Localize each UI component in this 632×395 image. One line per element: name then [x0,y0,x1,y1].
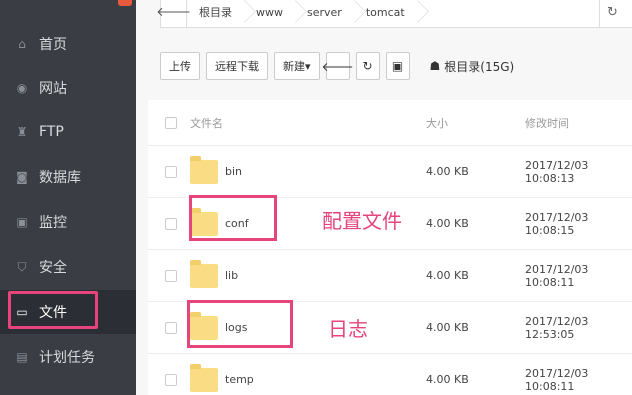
sidebar-item-cron[interactable]: ▤ 计划任务 [0,335,136,379]
file-name-cell[interactable]: lib [190,259,238,288]
database-icon: ◙ [16,170,28,184]
row-checkbox[interactable] [165,217,177,230]
table-row[interactable]: lib 4.00 KB 2017/12/03 10:08:11 [148,250,632,302]
breadcrumb-item-tomcat[interactable]: tomcat [354,0,417,27]
shield-icon: ⛉ [17,259,27,274]
file-size: 4.00 KB [426,165,469,178]
back-arrow-icon[interactable]: 🡐 [321,52,354,80]
header-size[interactable]: 大小 [426,115,448,131]
conf-annotation: 配置文件 [322,209,402,233]
back-arrow-icon[interactable]: 🡐 [156,0,191,27]
file-size: 4.00 KB [426,321,469,334]
sidebar-item-label: 计划任务 [39,350,95,366]
folder-icon [190,155,218,184]
sidebar-item-database[interactable]: ◙ 数据库 [0,155,136,199]
select-all-checkbox[interactable] [165,116,177,129]
sidebar: ⌂ 首页 ◉ 网站 ♜ FTP ◙ 数据库 ▣ 监控 ⛉ 安全 ▭ 文件 ▤ 计… [0,0,136,395]
breadcrumb-item-root[interactable]: 根目录 [187,0,244,27]
notification-badge [118,0,132,6]
row-checkbox[interactable] [165,269,177,282]
terminal-icon[interactable]: ▣ [385,52,410,80]
file-modified: 2017/12/03 12:53:05 [525,314,589,341]
folder-icon [190,363,218,392]
sidebar-item-label: 数据库 [39,170,81,186]
refresh-icon[interactable]: ↻ [599,0,625,27]
globe-icon: ◉ [16,81,28,95]
file-name[interactable]: lib [225,269,238,282]
file-modified: 2017/12/03 10:08:11 [525,262,589,289]
sidebar-item-home[interactable]: ⌂ 首页 [0,22,136,66]
file-name-cell[interactable]: temp [190,363,254,392]
disk-label: 根目录(15G) [444,59,515,74]
sidebar-item-security[interactable]: ⛉ 安全 [0,245,136,289]
logs-annotation: 日志 [328,317,368,341]
file-modified: 2017/12/03 10:08:15 [525,210,589,237]
disk-info: ☗ 根目录(15G) [430,58,515,75]
home-icon: ⌂ [18,37,26,51]
file-size: 4.00 KB [426,269,469,282]
file-name-cell[interactable]: bin [190,155,242,184]
table-row[interactable]: temp 4.00 KB 2017/12/03 10:08:11 [148,354,632,395]
monitor-icon: ▣ [16,215,28,229]
file-name[interactable]: temp [225,373,254,386]
sidebar-item-monitor[interactable]: ▣ 监控 [0,200,136,244]
file-size: 4.00 KB [426,373,469,386]
schedule-icon: ▤ [16,350,28,364]
sidebar-item-label: FTP [39,124,64,140]
sidebar-item-ftp[interactable]: ♜ FTP [0,110,136,154]
sidebar-item-label: 监控 [39,215,67,231]
main-panel: 🡐 根目录 www server tomcat ↻ 上传 远程下载 新建▾ 🡐 … [136,0,632,395]
ftp-icon: ♜ [16,125,28,139]
file-modified: 2017/12/03 10:08:13 [525,158,589,185]
file-size: 4.00 KB [426,217,469,230]
row-checkbox[interactable] [165,165,177,178]
sidebar-item-label: 安全 [39,260,67,276]
file-name[interactable]: bin [225,165,242,178]
file-modified: 2017/12/03 10:08:11 [525,366,589,393]
toolbar: 上传 远程下载 新建▾ 🡐 ↻ ▣ ☗ 根目录(15G) [160,52,514,80]
upload-button[interactable]: 上传 [160,52,200,80]
row-checkbox[interactable] [165,373,177,386]
breadcrumb-item-server[interactable]: server [295,0,354,27]
table-header: 文件名 大小 修改时间 [148,100,632,146]
table-row[interactable]: bin 4.00 KB 2017/12/03 10:08:13 [148,146,632,198]
sidebar-item-website[interactable]: ◉ 网站 [0,66,136,110]
folder-icon [190,259,218,288]
row-checkbox[interactable] [165,321,177,334]
refresh-icon[interactable]: ↻ [355,52,380,80]
disk-icon: ☗ [429,59,441,73]
sidebar-item-label: 首页 [39,37,67,53]
files-highlight-box [8,291,98,329]
breadcrumb: 🡐 根目录 www server tomcat ↻ [156,0,632,28]
file-table: 文件名 大小 修改时间 bin 4.00 KB 2017/12/03 10:08… [148,100,632,395]
conf-highlight-box [189,195,277,241]
sidebar-item-label: 网站 [39,81,67,97]
remote-download-button[interactable]: 远程下载 [206,52,268,80]
breadcrumb-item-www[interactable]: www [244,0,295,27]
logs-highlight-box [187,300,293,348]
header-name[interactable]: 文件名 [190,115,223,131]
new-dropdown-button[interactable]: 新建▾ [274,52,320,80]
header-modified[interactable]: 修改时间 [525,115,569,131]
